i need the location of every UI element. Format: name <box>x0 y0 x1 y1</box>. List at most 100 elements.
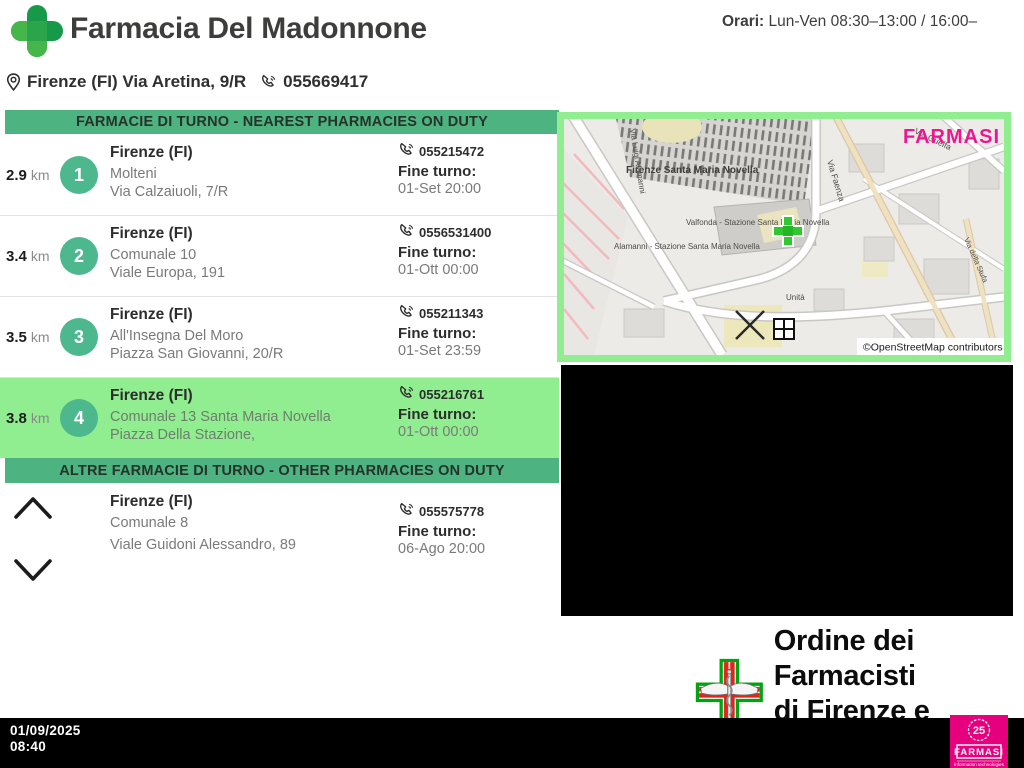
fine-turno-label: Fine turno: <box>398 325 477 342</box>
map-symbol-grid <box>773 318 795 340</box>
distance-unit: km <box>30 410 50 426</box>
kiosk-screen: Farmacia Del Madonnone Orari: Lun-Ven 08… <box>0 0 1024 768</box>
distance-value: 3.8 <box>6 409 27 427</box>
distance-value: 2.9 <box>6 166 27 184</box>
pharmacy-row-2: 3.4 km 2 Firenze (FI) Comunale 10 Viale E… <box>0 216 559 297</box>
phone-row: 055216761 <box>398 385 484 402</box>
rank-badge: 2 <box>60 237 98 275</box>
footer-date: 01/09/2025 <box>10 723 81 738</box>
pharmacy-city: Firenze (FI) <box>110 306 193 323</box>
opening-hours: Orari: Lun-Ven 08:30–13:00 / 16:00– <box>722 13 977 31</box>
distance-unit: km <box>30 248 50 264</box>
video-panel <box>561 365 1013 616</box>
distance-value: 3.4 <box>6 247 27 265</box>
pharmacy-row-3: 3.5 km 3 Firenze (FI) All'Insegna Del Mor… <box>0 297 559 378</box>
pharmacy-city: Firenze (FI) <box>110 387 193 404</box>
pharmacy-row-1: 2.9 km 1 Firenze (FI) Molteni Via Calzaiu… <box>0 135 559 216</box>
pharmacy-phone: 0556531400 <box>419 225 492 240</box>
pharmacy-address: Firenze (FI) Via Aretina, 9/R <box>27 72 247 91</box>
phone-icon <box>262 74 276 87</box>
pharmacy-name: Comunale 10 <box>110 247 197 263</box>
chevron-up-icon[interactable] <box>13 495 53 521</box>
pharmacy-street: Piazza San Giovanni, 20/R <box>110 346 284 362</box>
pharmacy-duty-info: 0556531400 Fine turno: 01-Ott 00:00 <box>398 223 491 278</box>
fine-turno-label: Fine turno: <box>398 406 477 423</box>
rank-badge: 3 <box>60 318 98 356</box>
distance-value: 3.5 <box>6 328 27 346</box>
distance: 3.4 km <box>6 216 50 296</box>
farmasi-emblem: 25 <box>973 725 985 737</box>
pharmacy-phone: 055211343 <box>419 306 484 321</box>
map: Firenze Santa Maria Novella Valfonda - S… <box>564 119 1004 355</box>
pharmacy-street: Viale Europa, 191 <box>110 265 226 281</box>
pharmacy-info: Firenze (FI) Molteni Via Calzaiuoli, 7/R <box>110 144 228 201</box>
footer-time: 08:40 <box>10 739 47 754</box>
pharmacy-name: All'Insegna Del Moro <box>110 328 244 344</box>
osm-attribution: ©OpenStreetMap contributors <box>863 342 1003 354</box>
pharmacy-phone: 055216761 <box>419 387 485 402</box>
pharmacy-info: Firenze (FI) All'Insegna Del Moro Piazza… <box>110 306 283 363</box>
page-title: Farmacia Del Madonnone <box>70 12 427 45</box>
pharmacy-info: Firenze (FI) Comunale 10 Viale Europa, 1… <box>110 225 225 282</box>
pharmacy-name: Comunale 8 <box>110 515 189 531</box>
ordine-line1: Ordine dei Farmacisti <box>773 625 916 692</box>
fine-turno-value: 06-Ago 20:00 <box>398 541 486 557</box>
pharmacy-row-4-highlighted: 3.8 km 4 Firenze (FI) Comunale 13 Santa M… <box>0 378 559 458</box>
fine-turno-value: 01-Set 23:59 <box>398 343 482 359</box>
fine-turno-value: 01-Set 20:00 <box>398 181 482 197</box>
map-frame: Firenze Santa Maria Novella Valfonda - S… <box>557 112 1011 362</box>
pharmacy-duty-info: 055211343 Fine turno: 01-Set 23:59 <box>398 304 483 359</box>
pharmacy-street: Viale Guidoni Alessandro, 89 <box>110 537 296 553</box>
pharmacy-duty-info: 055216761 Fine turno: 01-Ott 00:00 <box>398 385 484 440</box>
other-pharmacy-row: Firenze (FI) Comunale 8 Viale Guidoni Al… <box>0 488 559 598</box>
fine-turno-label: Fine turno: <box>398 523 477 540</box>
map-label-station: Firenze Santa Maria Novella <box>626 165 759 176</box>
pharmacy-info: Firenze (FI) Comunale 8 Viale Guidoni Al… <box>110 493 296 554</box>
nearest-header-bar: FARMACIE DI TURNO - NEAREST PHARMACIES O… <box>5 110 559 134</box>
footer-datetime: 01/09/2025 08:40 <box>10 723 81 755</box>
distance-unit: km <box>30 329 50 345</box>
opening-hours-label: Orari: <box>722 13 765 30</box>
phone-icon <box>400 502 414 515</box>
phone-icon <box>400 385 414 398</box>
phone-row: 0556531400 <box>398 223 491 240</box>
phone-icon <box>400 223 414 236</box>
pharmacy-name: Comunale 13 Santa Maria Novella <box>110 409 331 425</box>
fine-turno-label: Fine turno: <box>398 163 477 180</box>
distance: 2.9 km <box>6 135 50 215</box>
other-header-bar: ALTRE FARMACIE DI TURNO - OTHER PHARMACI… <box>5 458 559 483</box>
phone-icon <box>400 304 414 317</box>
pharmacy-street: Via Calzaiuoli, 7/R <box>110 184 229 200</box>
pharmacy-phone: 055575778 <box>419 504 485 519</box>
location-pin-icon <box>6 72 21 91</box>
phone-row: 055575778 <box>398 502 485 519</box>
rank-badge: 4 <box>60 399 98 437</box>
pharmacy-address-line: Firenze (FI) Via Aretina, 9/R 055669417 <box>6 72 368 92</box>
fine-turno-value: 01-Ott 00:00 <box>398 424 479 440</box>
pharmacy-city: Firenze (FI) <box>110 493 193 510</box>
footer-bar: 01/09/2025 08:40 <box>0 718 1024 768</box>
map-label-stop2: Alamanni - Stazione Santa Maria Novella <box>614 242 760 251</box>
farmasi-name: FARMASI <box>954 747 1004 758</box>
fine-turno-label: Fine turno: <box>398 244 477 261</box>
pharmacy-phone: 055215472 <box>419 144 485 159</box>
pharmacy-city: Firenze (FI) <box>110 144 193 161</box>
farmasi-logo: 25 FARMASI information technologies <box>950 715 1008 768</box>
pharmacy-duty-info: 055575778 Fine turno: 06-Ago 20:00 <box>398 502 485 557</box>
pharmacy-name: Molteni <box>110 166 157 182</box>
rank-badge: 1 <box>60 156 98 194</box>
distance-unit: km <box>30 167 50 183</box>
pharmacy-street: Piazza Della Stazione, <box>110 427 256 443</box>
map-image: Firenze Santa Maria Novella Valfonda - S… <box>564 119 1004 355</box>
chevron-down-icon[interactable] <box>13 557 53 583</box>
map-label-unita: Unità <box>786 293 805 302</box>
phone-icon <box>400 142 414 155</box>
fine-turno-value: 01-Ott 00:00 <box>398 262 479 278</box>
distance: 3.8 km <box>6 378 50 458</box>
farmasi-subtitle: information technologies <box>954 762 1004 767</box>
pharmacy-phone: 055669417 <box>283 72 369 91</box>
distance: 3.5 km <box>6 297 50 377</box>
pharmacy-cross-icon <box>11 5 63 57</box>
phone-row: 055211343 <box>398 304 483 321</box>
farmasi-watermark: FARMASI <box>903 126 1000 148</box>
